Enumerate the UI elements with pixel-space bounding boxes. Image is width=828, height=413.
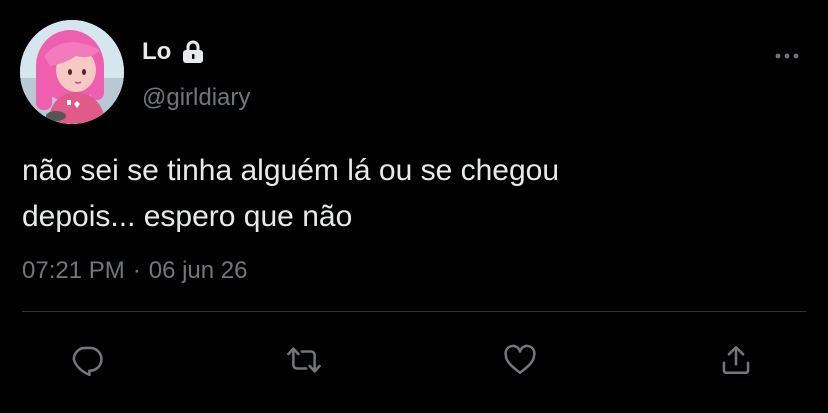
share-button[interactable] [718,342,754,378]
reply-button[interactable] [70,342,106,378]
avatar[interactable] [20,20,124,124]
tweet: Lo @girldiary não sei se tinha alguém lá… [0,0,828,413]
tweet-timestamp[interactable]: 07:21 PM · 06 jun 26 [22,256,248,286]
heart-icon [504,344,536,375]
retweet-button[interactable] [286,342,322,378]
tweet-date: 06 jun 26 [148,257,248,284]
divider [22,311,806,312]
more-icon[interactable] [774,48,800,59]
retweet-icon [287,347,321,373]
name-row: Lo [142,38,204,66]
avatar-image [20,20,124,124]
reply-icon [72,346,103,377]
tweet-text: não sei se tinha alguém lá ou se chegou … [22,154,560,233]
display-name[interactable]: Lo [142,38,171,66]
user-handle[interactable]: @girldiary [142,84,250,112]
share-icon [722,345,750,375]
tweet-time: 07:21 PM [22,257,125,284]
meta-separator: · [132,257,141,284]
like-button[interactable] [502,342,538,378]
lock-icon [182,40,204,64]
